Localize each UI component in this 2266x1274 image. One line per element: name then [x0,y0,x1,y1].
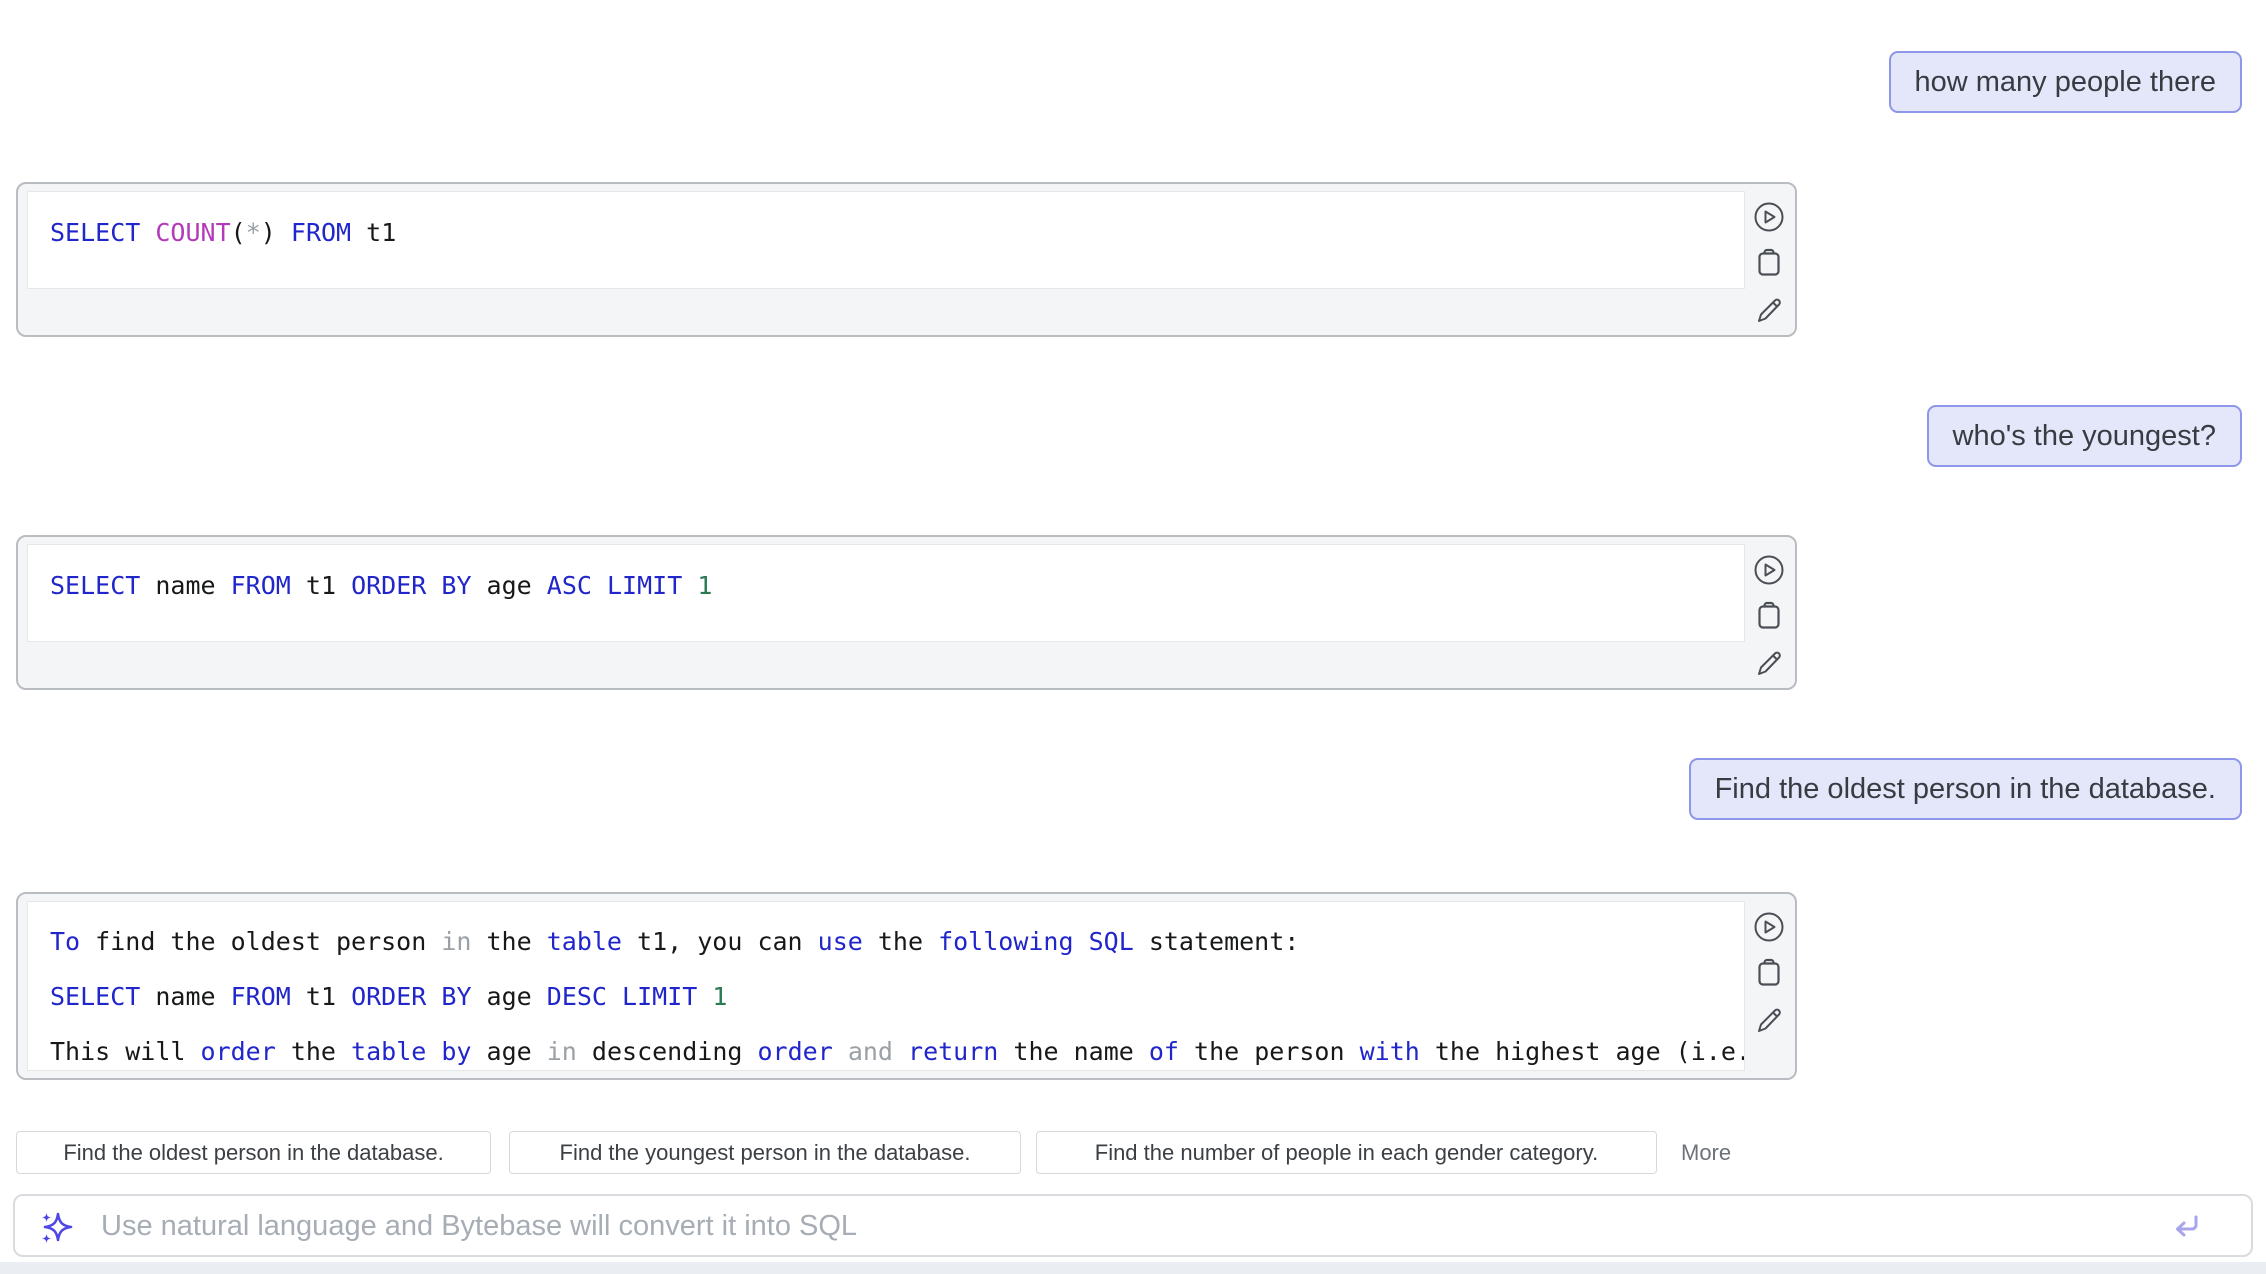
suggestion-chip-youngest[interactable]: Find the youngest person in the database… [509,1131,1021,1174]
user-message-text: Find the oldest person in the database. [1715,773,2216,805]
response-text-line: This will order the table by age in desc… [50,1024,1744,1071]
bottom-divider-strip [0,1262,2266,1274]
play-circle-icon [1751,552,1787,588]
sql-code-editor[interactable]: SELECT name FROM t1 ORDER BY age ASC LIM… [27,544,1745,642]
suggestion-chip-oldest[interactable]: Find the oldest person in the database. [16,1131,491,1174]
edit-sql-button[interactable] [1751,1002,1787,1038]
edit-sql-button[interactable] [1751,645,1787,681]
suggestion-chip-label: Find the number of people in each gender… [1095,1140,1598,1166]
sql-code-editor[interactable]: SELECT COUNT(*) FROM t1 [27,191,1745,289]
sql-code-line: SELECT name FROM t1 ORDER BY age ASC LIM… [50,571,1744,600]
pencil-icon [1751,1002,1787,1038]
more-suggestions-link[interactable]: More [1681,1131,1731,1174]
return-arrow-icon [2169,1231,2203,1246]
user-message-bubble: who's the youngest? [1927,405,2243,467]
play-circle-icon [1751,199,1787,235]
run-query-button[interactable] [1751,552,1787,588]
sparkle-icon [37,1208,77,1253]
sql-code-line: SELECT name FROM t1 ORDER BY age DESC LI… [50,969,1744,1024]
user-message-bubble: Find the oldest person in the database. [1689,758,2242,820]
nl-query-input[interactable] [99,1196,2141,1257]
copy-sql-button[interactable] [1751,245,1787,281]
copy-sql-button[interactable] [1751,955,1787,991]
suggestion-chip-label: Find the oldest person in the database. [63,1140,443,1166]
pencil-icon [1751,292,1787,328]
pencil-icon [1751,645,1787,681]
nl-to-sql-input-container [13,1194,2253,1257]
run-query-button[interactable] [1751,199,1787,235]
user-message-bubble: how many people there [1889,51,2242,113]
sql-response-block: SELECT name FROM t1 ORDER BY age ASC LIM… [16,535,1797,690]
suggestion-chip-label: Find the youngest person in the database… [560,1140,971,1166]
sql-code-editor[interactable]: To find the oldest person in the table t… [27,901,1745,1071]
play-circle-icon [1751,909,1787,945]
run-query-button[interactable] [1751,909,1787,945]
suggestion-chip-gender-count[interactable]: Find the number of people in each gender… [1036,1131,1657,1174]
clipboard-icon [1751,245,1787,281]
clipboard-icon [1751,598,1787,634]
sql-code-line: SELECT COUNT(*) FROM t1 [50,218,1744,247]
sql-response-block: SELECT COUNT(*) FROM t1 [16,182,1797,337]
edit-sql-button[interactable] [1751,292,1787,328]
submit-query-button[interactable] [2169,1209,2203,1243]
clipboard-icon [1751,955,1787,991]
response-text-line: To find the oldest person in the table t… [50,914,1744,969]
sql-response-block: To find the oldest person in the table t… [16,892,1797,1080]
user-message-text: who's the youngest? [1953,420,2217,452]
user-message-text: how many people there [1915,66,2216,98]
copy-sql-button[interactable] [1751,598,1787,634]
